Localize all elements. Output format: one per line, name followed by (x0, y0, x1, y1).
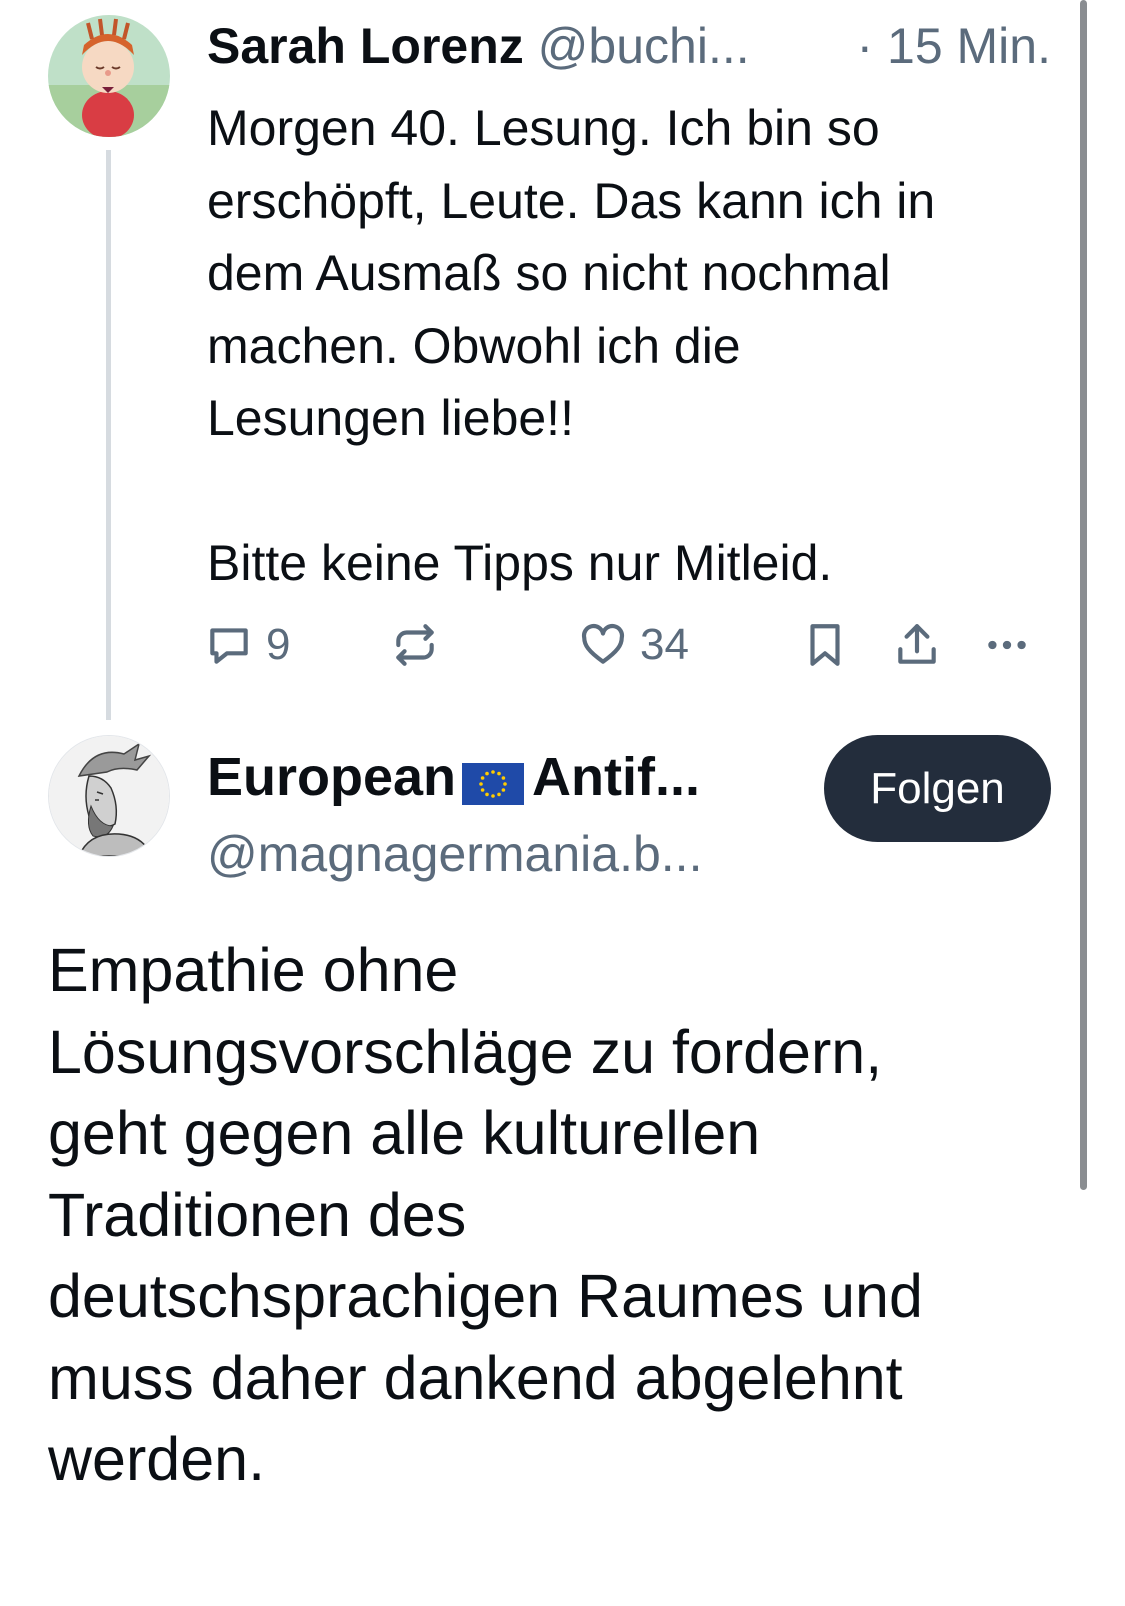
bookmark-button[interactable] (800, 615, 850, 675)
follow-button[interactable]: Folgen (824, 735, 1051, 842)
post-text: Morgen 40. Lesung. Ich bin so erschöpft,… (207, 100, 936, 591)
like-button[interactable]: 34 (578, 615, 689, 675)
post-actions: 9 34 (200, 615, 1050, 675)
author-handle[interactable]: @magnagermania.b... (207, 822, 702, 886)
thread-line (106, 150, 111, 720)
reply-count: 9 (266, 620, 291, 669)
like-count: 34 (640, 620, 689, 669)
more-button[interactable] (982, 615, 1032, 675)
more-icon (982, 620, 1032, 670)
post-header: Sarah Lorenz @buchi... · 15 Min. (207, 14, 1067, 78)
author-name-part1: European (207, 747, 457, 807)
avatar[interactable] (48, 15, 170, 137)
like-icon (578, 620, 628, 670)
author-name-part2: Antif... (532, 747, 701, 807)
author-name[interactable]: European Antif... (207, 744, 700, 810)
post-text: Empathie ohne Lösungsvorschläge zu forde… (48, 936, 923, 1493)
scrollbar[interactable] (1080, 0, 1087, 1190)
author-name[interactable]: Sarah Lorenz (207, 18, 524, 74)
repost-icon (390, 620, 440, 670)
avatar[interactable] (48, 735, 170, 857)
reply-icon (204, 620, 254, 670)
bookmark-icon (800, 620, 850, 670)
share-button[interactable] (892, 615, 942, 675)
eu-flag-icon (462, 754, 525, 805)
reply-button[interactable]: 9 (204, 615, 290, 675)
repost-button[interactable] (390, 615, 440, 675)
share-icon (892, 620, 942, 670)
author-handle[interactable]: @buchi... (538, 18, 750, 74)
post-timestamp[interactable]: · 15 Min. (856, 14, 1051, 78)
